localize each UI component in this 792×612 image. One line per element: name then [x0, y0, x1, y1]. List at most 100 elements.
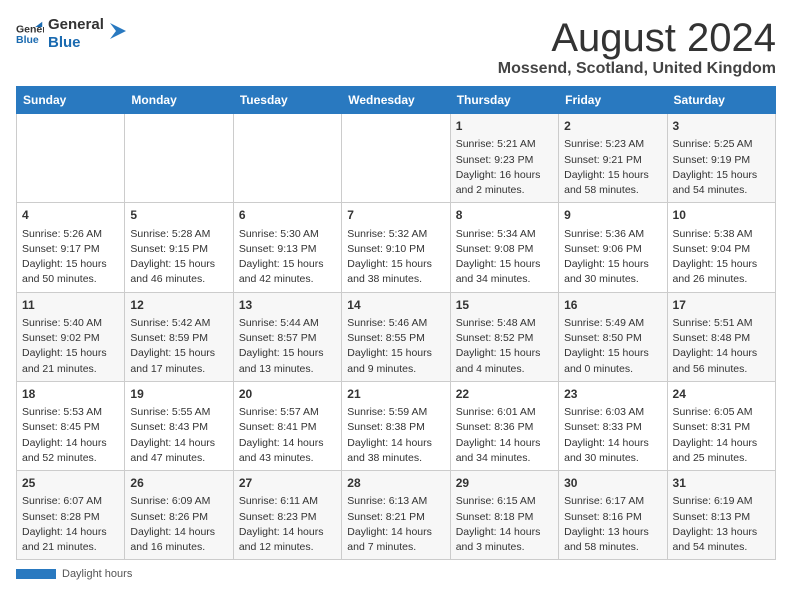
logo: General Blue General Blue — [16, 16, 128, 52]
calendar-cell: 21Sunrise: 5:59 AM Sunset: 8:38 PM Dayli… — [342, 381, 450, 470]
calendar-cell — [233, 114, 341, 203]
calendar-cell: 4Sunrise: 5:26 AM Sunset: 9:17 PM Daylig… — [17, 203, 125, 292]
calendar-cell: 5Sunrise: 5:28 AM Sunset: 9:15 PM Daylig… — [125, 203, 233, 292]
calendar-cell: 20 Sunrise: 5:57 AM Sunset: 8:41 PM Dayli… — [233, 381, 341, 470]
day-info: Sunrise: 5:21 AM Sunset: 9:23 PM Dayligh… — [456, 138, 541, 196]
calendar-cell: 2Sunrise: 5:23 AM Sunset: 9:21 PM Daylig… — [559, 114, 667, 203]
calendar-week-4: 18 Sunrise: 5:53 AM Sunset: 8:45 PM Dayli… — [17, 381, 776, 470]
calendar-cell: 18 Sunrise: 5:53 AM Sunset: 8:45 PM Dayli… — [17, 381, 125, 470]
svg-text:Blue: Blue — [16, 34, 39, 46]
day-info: Sunrise: 5:57 AM Sunset: 8:41 PM Dayligh… — [239, 406, 324, 464]
title-block: August 2024 Mossend, Scotland, United Ki… — [498, 16, 776, 78]
calendar-cell: 11Sunrise: 5:40 AM Sunset: 9:02 PM Dayli… — [17, 292, 125, 381]
calendar-cell: 22 Sunrise: 6:01 AM Sunset: 8:36 PM Dayli… — [450, 381, 558, 470]
day-info: Sunrise: 5:34 AM Sunset: 9:08 PM Dayligh… — [456, 228, 541, 286]
calendar-cell — [125, 114, 233, 203]
day-info: Sunrise: 6:05 AM Sunset: 8:31 PM Dayligh… — [673, 406, 758, 464]
logo-blue-text: Blue — [48, 34, 104, 52]
day-number: 4 — [22, 207, 119, 224]
calendar-cell — [342, 114, 450, 203]
day-number: 8 — [456, 207, 553, 224]
day-number: 22 — [456, 386, 553, 403]
day-info: Sunrise: 6:17 AM Sunset: 8:16 PM Dayligh… — [564, 495, 649, 553]
column-header-thursday: Thursday — [450, 87, 558, 114]
calendar-cell: 15Sunrise: 5:48 AM Sunset: 8:52 PM Dayli… — [450, 292, 558, 381]
day-number: 16 — [564, 297, 661, 314]
day-info: Sunrise: 5:42 AM Sunset: 8:59 PM Dayligh… — [130, 317, 215, 375]
day-number: 14 — [347, 297, 444, 314]
day-info: Sunrise: 5:53 AM Sunset: 8:45 PM Dayligh… — [22, 406, 107, 464]
calendar-cell: 27Sunrise: 6:11 AM Sunset: 8:23 PM Dayli… — [233, 471, 341, 560]
calendar-cell — [17, 114, 125, 203]
day-number: 3 — [673, 118, 770, 135]
day-number: 28 — [347, 475, 444, 492]
day-info: Sunrise: 5:46 AM Sunset: 8:55 PM Dayligh… — [347, 317, 432, 375]
day-number: 12 — [130, 297, 227, 314]
calendar-week-5: 25Sunrise: 6:07 AM Sunset: 8:28 PM Dayli… — [17, 471, 776, 560]
day-info: Sunrise: 5:44 AM Sunset: 8:57 PM Dayligh… — [239, 317, 324, 375]
day-number: 30 — [564, 475, 661, 492]
day-info: Sunrise: 6:03 AM Sunset: 8:33 PM Dayligh… — [564, 406, 649, 464]
column-header-wednesday: Wednesday — [342, 87, 450, 114]
day-info: Sunrise: 5:30 AM Sunset: 9:13 PM Dayligh… — [239, 228, 324, 286]
day-info: Sunrise: 6:07 AM Sunset: 8:28 PM Dayligh… — [22, 495, 107, 553]
day-number: 6 — [239, 207, 336, 224]
day-number: 24 — [673, 386, 770, 403]
daylight-hours-label: Daylight hours — [62, 568, 132, 580]
calendar-cell: 13 Sunrise: 5:44 AM Sunset: 8:57 PM Dayli… — [233, 292, 341, 381]
calendar-cell: 17Sunrise: 5:51 AM Sunset: 8:48 PM Dayli… — [667, 292, 775, 381]
calendar-cell: 26 Sunrise: 6:09 AM Sunset: 8:26 PM Dayli… — [125, 471, 233, 560]
calendar-cell: 19 Sunrise: 5:55 AM Sunset: 8:43 PM Dayli… — [125, 381, 233, 470]
day-info: Sunrise: 6:13 AM Sunset: 8:21 PM Dayligh… — [347, 495, 432, 553]
calendar-cell: 14 Sunrise: 5:46 AM Sunset: 8:55 PM Dayli… — [342, 292, 450, 381]
day-number: 1 — [456, 118, 553, 135]
calendar-cell: 3Sunrise: 5:25 AM Sunset: 9:19 PM Daylig… — [667, 114, 775, 203]
column-header-tuesday: Tuesday — [233, 87, 341, 114]
day-number: 20 — [239, 386, 336, 403]
calendar-cell: 9Sunrise: 5:36 AM Sunset: 9:06 PM Daylig… — [559, 203, 667, 292]
calendar-week-3: 11Sunrise: 5:40 AM Sunset: 9:02 PM Dayli… — [17, 292, 776, 381]
logo-general-text: General — [48, 16, 104, 34]
day-number: 18 — [22, 386, 119, 403]
calendar-cell: 25Sunrise: 6:07 AM Sunset: 8:28 PM Dayli… — [17, 471, 125, 560]
daylight-bar — [16, 569, 56, 579]
day-number: 9 — [564, 207, 661, 224]
calendar-table: SundayMondayTuesdayWednesdayThursdayFrid… — [16, 86, 776, 560]
calendar-cell: 24 Sunrise: 6:05 AM Sunset: 8:31 PM Dayli… — [667, 381, 775, 470]
logo-arrow-icon — [108, 21, 128, 41]
day-info: Sunrise: 6:19 AM Sunset: 8:13 PM Dayligh… — [673, 495, 758, 553]
day-number: 21 — [347, 386, 444, 403]
day-info: Sunrise: 5:55 AM Sunset: 8:43 PM Dayligh… — [130, 406, 215, 464]
day-number: 2 — [564, 118, 661, 135]
day-info: Sunrise: 5:32 AM Sunset: 9:10 PM Dayligh… — [347, 228, 432, 286]
column-header-friday: Friday — [559, 87, 667, 114]
calendar-week-1: 1 Sunrise: 5:21 AM Sunset: 9:23 PM Daylig… — [17, 114, 776, 203]
calendar-header-row: SundayMondayTuesdayWednesdayThursdayFrid… — [17, 87, 776, 114]
calendar-cell: 1 Sunrise: 5:21 AM Sunset: 9:23 PM Daylig… — [450, 114, 558, 203]
day-number: 7 — [347, 207, 444, 224]
day-info: Sunrise: 6:01 AM Sunset: 8:36 PM Dayligh… — [456, 406, 541, 464]
calendar-cell: 28 Sunrise: 6:13 AM Sunset: 8:21 PM Dayli… — [342, 471, 450, 560]
day-info: Sunrise: 6:11 AM Sunset: 8:23 PM Dayligh… — [239, 495, 324, 553]
location-title: Mossend, Scotland, United Kingdom — [498, 60, 776, 78]
calendar-cell: 23Sunrise: 6:03 AM Sunset: 8:33 PM Dayli… — [559, 381, 667, 470]
day-info: Sunrise: 6:15 AM Sunset: 8:18 PM Dayligh… — [456, 495, 541, 553]
day-number: 26 — [130, 475, 227, 492]
calendar-week-2: 4Sunrise: 5:26 AM Sunset: 9:17 PM Daylig… — [17, 203, 776, 292]
day-number: 13 — [239, 297, 336, 314]
day-info: Sunrise: 6:09 AM Sunset: 8:26 PM Dayligh… — [130, 495, 215, 553]
day-number: 10 — [673, 207, 770, 224]
day-number: 19 — [130, 386, 227, 403]
column-header-monday: Monday — [125, 87, 233, 114]
page-header: General Blue General Blue August 2024 Mo… — [16, 16, 776, 78]
day-number: 31 — [673, 475, 770, 492]
logo-icon: General Blue — [16, 20, 44, 48]
calendar-cell: 16Sunrise: 5:49 AM Sunset: 8:50 PM Dayli… — [559, 292, 667, 381]
footer: Daylight hours — [16, 568, 776, 580]
day-number: 17 — [673, 297, 770, 314]
day-number: 5 — [130, 207, 227, 224]
calendar-cell: 8 Sunrise: 5:34 AM Sunset: 9:08 PM Daylig… — [450, 203, 558, 292]
day-number: 29 — [456, 475, 553, 492]
day-number: 11 — [22, 297, 119, 314]
day-info: Sunrise: 5:48 AM Sunset: 8:52 PM Dayligh… — [456, 317, 541, 375]
